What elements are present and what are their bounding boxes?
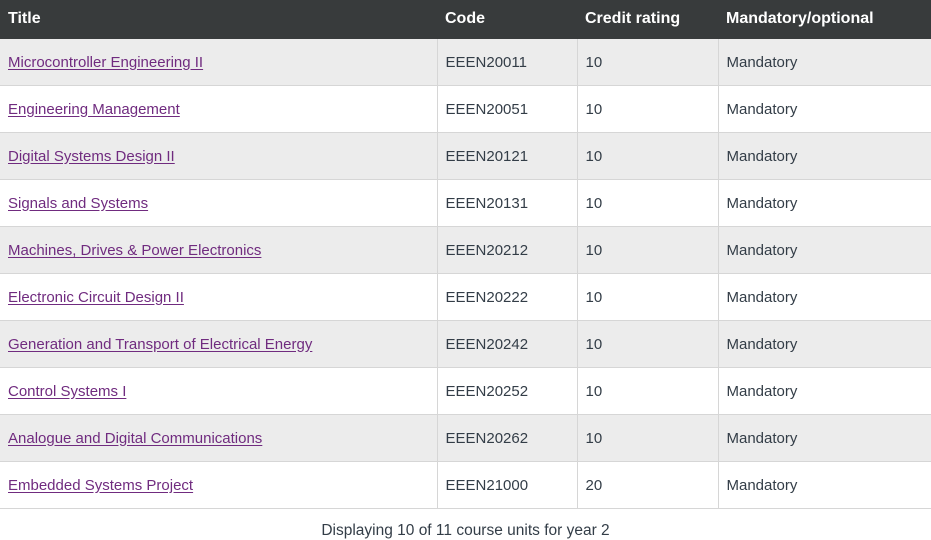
cell-mandatory-optional: Mandatory xyxy=(718,414,931,462)
cell-credit-rating: 10 xyxy=(577,414,719,462)
table-header-row: Title Code Credit rating Mandatory/optio… xyxy=(0,0,931,39)
course-unit-link[interactable]: Signals and Systems xyxy=(8,195,148,212)
course-unit-link[interactable]: Analogue and Digital Communications xyxy=(8,430,262,447)
cell-code: EEEN20252 xyxy=(437,367,578,415)
cell-code: EEEN20051 xyxy=(437,85,578,133)
course-unit-link[interactable]: Generation and Transport of Electrical E… xyxy=(8,336,312,353)
cell-code: EEEN20131 xyxy=(437,179,578,227)
cell-credit-rating: 10 xyxy=(577,179,719,227)
cell-mandatory-optional: Mandatory xyxy=(718,39,931,86)
table-row: Generation and Transport of Electrical E… xyxy=(0,320,931,368)
cell-credit-rating: 10 xyxy=(577,320,719,368)
cell-credit-rating: 10 xyxy=(577,132,719,180)
course-unit-link[interactable]: Electronic Circuit Design II xyxy=(8,289,184,306)
course-units-table: Title Code Credit rating Mandatory/optio… xyxy=(0,0,931,509)
cell-title: Engineering Management xyxy=(0,85,438,133)
course-unit-link[interactable]: Control Systems I xyxy=(8,383,126,400)
course-unit-link[interactable]: Embedded Systems Project xyxy=(8,477,193,494)
table-header: Title Code Credit rating Mandatory/optio… xyxy=(0,0,931,39)
cell-title: Microcontroller Engineering II xyxy=(0,39,438,86)
table-row: Embedded Systems Project EEEN21000 20 Ma… xyxy=(0,461,931,509)
column-header-credit-rating[interactable]: Credit rating xyxy=(577,0,718,39)
cell-title: Electronic Circuit Design II xyxy=(0,273,438,321)
table-row: Signals and Systems EEEN20131 10 Mandato… xyxy=(0,179,931,227)
table-row: Analogue and Digital Communications EEEN… xyxy=(0,414,931,462)
table-row: Engineering Management EEEN20051 10 Mand… xyxy=(0,85,931,133)
cell-mandatory-optional: Mandatory xyxy=(718,226,931,274)
table-row: Machines, Drives & Power Electronics EEE… xyxy=(0,226,931,274)
course-units-table-container: Title Code Credit rating Mandatory/optio… xyxy=(0,0,931,540)
column-header-mandatory-optional[interactable]: Mandatory/optional xyxy=(718,0,931,39)
cell-mandatory-optional: Mandatory xyxy=(718,273,931,321)
cell-code: EEEN20262 xyxy=(437,414,578,462)
table-caption: Displaying 10 of 11 course units for yea… xyxy=(0,509,931,540)
table-row: Electronic Circuit Design II EEEN20222 1… xyxy=(0,273,931,321)
cell-credit-rating: 10 xyxy=(577,367,719,415)
cell-title: Machines, Drives & Power Electronics xyxy=(0,226,438,274)
cell-code: EEEN21000 xyxy=(437,461,578,509)
cell-title: Control Systems I xyxy=(0,367,438,415)
table-row: Microcontroller Engineering II EEEN20011… xyxy=(0,39,931,86)
cell-title: Signals and Systems xyxy=(0,179,438,227)
cell-title: Analogue and Digital Communications xyxy=(0,414,438,462)
cell-mandatory-optional: Mandatory xyxy=(718,179,931,227)
cell-credit-rating: 10 xyxy=(577,226,719,274)
cell-code: EEEN20222 xyxy=(437,273,578,321)
table-row: Control Systems I EEEN20252 10 Mandatory xyxy=(0,367,931,415)
column-header-title[interactable]: Title xyxy=(0,0,437,39)
table-row: Digital Systems Design II EEEN20121 10 M… xyxy=(0,132,931,180)
cell-mandatory-optional: Mandatory xyxy=(718,85,931,133)
cell-code: EEEN20121 xyxy=(437,132,578,180)
cell-mandatory-optional: Mandatory xyxy=(718,320,931,368)
table-body: Microcontroller Engineering II EEEN20011… xyxy=(0,39,931,509)
course-unit-link[interactable]: Microcontroller Engineering II xyxy=(8,54,203,71)
cell-title: Embedded Systems Project xyxy=(0,461,438,509)
cell-mandatory-optional: Mandatory xyxy=(718,461,931,509)
course-unit-link[interactable]: Machines, Drives & Power Electronics xyxy=(8,242,261,259)
cell-credit-rating: 10 xyxy=(577,39,719,86)
cell-code: EEEN20011 xyxy=(437,39,578,86)
cell-mandatory-optional: Mandatory xyxy=(718,132,931,180)
course-unit-link[interactable]: Engineering Management xyxy=(8,101,180,118)
cell-credit-rating: 20 xyxy=(577,461,719,509)
course-unit-link[interactable]: Digital Systems Design II xyxy=(8,148,175,165)
cell-title: Generation and Transport of Electrical E… xyxy=(0,320,438,368)
cell-credit-rating: 10 xyxy=(577,85,719,133)
cell-code: EEEN20242 xyxy=(437,320,578,368)
cell-credit-rating: 10 xyxy=(577,273,719,321)
cell-code: EEEN20212 xyxy=(437,226,578,274)
cell-title: Digital Systems Design II xyxy=(0,132,438,180)
column-header-code[interactable]: Code xyxy=(437,0,577,39)
cell-mandatory-optional: Mandatory xyxy=(718,367,931,415)
